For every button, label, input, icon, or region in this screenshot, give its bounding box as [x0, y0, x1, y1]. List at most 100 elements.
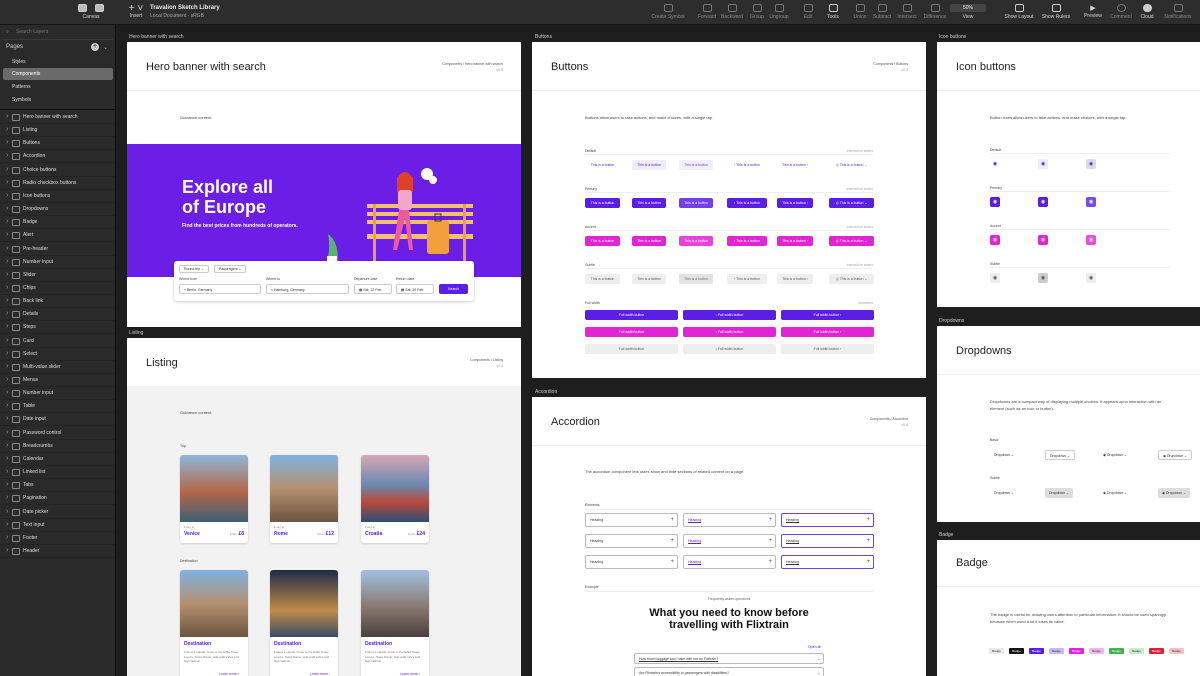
layer-item[interactable]: Select — [0, 348, 115, 361]
layer-item[interactable]: Multi-value slider — [0, 361, 115, 374]
layer-item[interactable]: Footer — [0, 532, 115, 545]
layer-item[interactable]: Number input — [0, 387, 115, 401]
faq-item[interactable]: Are Flixtrain's accessibility to passeng… — [634, 667, 824, 676]
artboard-label-listing[interactable]: Listing — [129, 330, 143, 336]
page-patterns[interactable]: Patterns — [3, 81, 113, 93]
layer-item[interactable]: Dropdowns — [0, 203, 115, 217]
eye-icon[interactable]: ◉ — [1086, 235, 1096, 245]
sample-button[interactable]: This is a button › — [777, 236, 813, 246]
layer-item[interactable]: Header — [0, 545, 115, 558]
artboard-label-hero[interactable]: Hero banner with search — [129, 34, 183, 40]
layer-item[interactable]: Number input — [0, 256, 115, 269]
departure-input[interactable]: ▦ Sat, 22 Feb — [354, 284, 392, 294]
sample-button[interactable]: This is a button — [632, 274, 666, 284]
layer-item[interactable]: Date input — [0, 413, 115, 427]
sample-button[interactable]: This is a button › — [777, 198, 813, 208]
show-rulers-button[interactable]: Show Rulers — [1040, 4, 1072, 20]
accordion-item[interactable]: Heading + — [585, 555, 678, 569]
accordion-item[interactable]: Heading + — [683, 555, 776, 569]
layer-item[interactable]: Date picker — [0, 506, 115, 519]
accordion-item[interactable]: Heading + — [781, 513, 874, 527]
layer-item[interactable]: Card — [0, 335, 115, 348]
artboard-label-badge[interactable]: Badge — [939, 532, 953, 538]
dropdown-sample[interactable]: Dropdown ⌄ — [1045, 450, 1075, 460]
cloud-button[interactable]: Cloud — [1132, 4, 1162, 20]
ungroup-button[interactable]: Ungroup — [764, 4, 794, 20]
canvas-toggle-button[interactable]: Canvas — [74, 4, 108, 20]
layer-item[interactable]: Tabs — [0, 479, 115, 493]
page-symbols[interactable]: Symbols — [3, 94, 113, 106]
insert-button[interactable]: + ˅ Insert — [121, 4, 151, 20]
zoom-value[interactable]: 50% — [950, 4, 986, 12]
full-width-button[interactable]: ‹ Full width button — [683, 344, 776, 354]
page-components[interactable]: Components — [3, 68, 113, 80]
eye-icon[interactable]: ◉ — [1038, 159, 1048, 169]
layer-item[interactable]: Back link — [0, 295, 115, 309]
eye-icon[interactable]: ◉ — [990, 197, 1000, 207]
layer-item[interactable]: Text input — [0, 519, 115, 532]
destination-card[interactable]: Destination France's capital, home to the… — [180, 570, 248, 676]
layer-item[interactable]: Slider — [0, 269, 115, 282]
sample-button[interactable]: This is a button — [679, 236, 713, 246]
destination-card[interactable]: Destination France's capital, home to the… — [270, 570, 338, 676]
accordion-item[interactable]: Heading + — [585, 513, 678, 527]
eye-icon[interactable]: ◉ — [1038, 273, 1048, 283]
layer-item[interactable]: Listing — [0, 124, 115, 138]
create-symbol-button[interactable]: Create Symbol — [650, 4, 686, 20]
full-width-button[interactable]: Full width button › — [781, 344, 874, 354]
return-input[interactable]: ▦ Sat, 29 Feb — [396, 284, 434, 294]
accordion-item[interactable]: Heading + — [683, 534, 776, 548]
eye-icon[interactable]: ◉ — [1038, 235, 1048, 245]
layer-item[interactable]: Alert — [0, 229, 115, 243]
dropdown-sample[interactable]: ◉ Dropdown ⌄ — [1099, 450, 1131, 460]
page-styles[interactable]: Styles — [3, 56, 113, 68]
full-width-button[interactable]: Full width button — [585, 344, 678, 354]
eye-icon[interactable]: ◉ — [990, 159, 1000, 169]
sample-button[interactable]: This is a button — [632, 198, 666, 208]
trip-card-rome[interactable]: From to Rome From £12 — [270, 455, 338, 543]
layer-item[interactable]: Details — [0, 308, 115, 322]
layer-item[interactable]: Accordion — [0, 150, 115, 164]
eye-icon[interactable]: ◉ — [990, 235, 1000, 245]
layer-item[interactable]: Pre-header — [0, 243, 115, 256]
listing-artboard[interactable]: Listing Components / Listing v0.0 Guidan… — [127, 338, 521, 676]
layer-item[interactable]: Table — [0, 400, 115, 414]
layer-item[interactable]: Calendar — [0, 453, 115, 466]
difference-button[interactable]: Difference — [920, 4, 950, 20]
where-to-input[interactable]: ⌖ Hamburg, Germany — [266, 284, 349, 294]
add-page-icon[interactable]: + — [91, 43, 99, 51]
full-width-button[interactable]: Full width button › — [781, 327, 874, 337]
sample-button[interactable]: ‹ This is a button — [727, 160, 767, 170]
full-width-button[interactable]: Full width button › — [781, 310, 874, 320]
accordion-item[interactable]: Heading + — [781, 555, 874, 569]
search-button[interactable]: Search — [439, 284, 468, 294]
layer-item[interactable]: Hero banner with search — [0, 111, 115, 124]
where-from-input[interactable]: ⌖ Berlin, Germany — [179, 284, 261, 294]
sample-button[interactable]: ◎ This is a button ⌄ — [829, 198, 874, 208]
faq-item[interactable]: How much luggage can I take with me on F… — [634, 653, 824, 664]
icon-buttons-artboard[interactable]: Icon buttons Button icons allow users to… — [937, 42, 1200, 307]
artboard-label-buttons[interactable]: Buttons — [535, 34, 552, 40]
sample-button[interactable]: This is a button — [585, 236, 620, 246]
sample-button[interactable]: This is a button — [679, 160, 713, 170]
show-layout-button[interactable]: Show Layout — [1003, 4, 1035, 20]
artboard-label-icon-buttons[interactable]: Icon buttons — [939, 34, 966, 40]
dropdown-sample[interactable]: ◉ Dropdown ⌄ — [1099, 488, 1131, 498]
sample-button[interactable]: This is a button — [585, 198, 620, 208]
trip-card-croatia[interactable]: From to Croatia From £24 — [361, 455, 429, 543]
layer-item[interactable]: Radio checkbox buttons — [0, 177, 115, 190]
hero-artboard[interactable]: Hero banner with search Components / Her… — [127, 42, 521, 327]
sample-button[interactable]: ‹ This is a button — [727, 236, 767, 246]
eye-icon[interactable]: ◉ — [1038, 197, 1048, 207]
artboard-label-dropdowns[interactable]: Dropdowns — [939, 318, 964, 324]
layer-item[interactable]: Chips — [0, 282, 115, 295]
artboard-label-accordion[interactable]: Accordion — [535, 389, 557, 395]
sample-button[interactable]: ◎ This is a button ⌄ — [829, 274, 874, 284]
sample-button[interactable]: ‹ This is a button — [727, 198, 767, 208]
dropdown-sample[interactable]: ◉ Dropdown ⌄ — [1158, 488, 1190, 498]
trip-card-venice[interactable]: From to Venice From £8 — [180, 455, 248, 543]
trip-type-select[interactable]: Round trip ⌄ — [179, 265, 210, 273]
eye-icon[interactable]: ◉ — [1086, 197, 1096, 207]
tools-button[interactable]: Tools — [818, 4, 848, 20]
layer-item[interactable]: Breadcrumbs — [0, 440, 115, 453]
